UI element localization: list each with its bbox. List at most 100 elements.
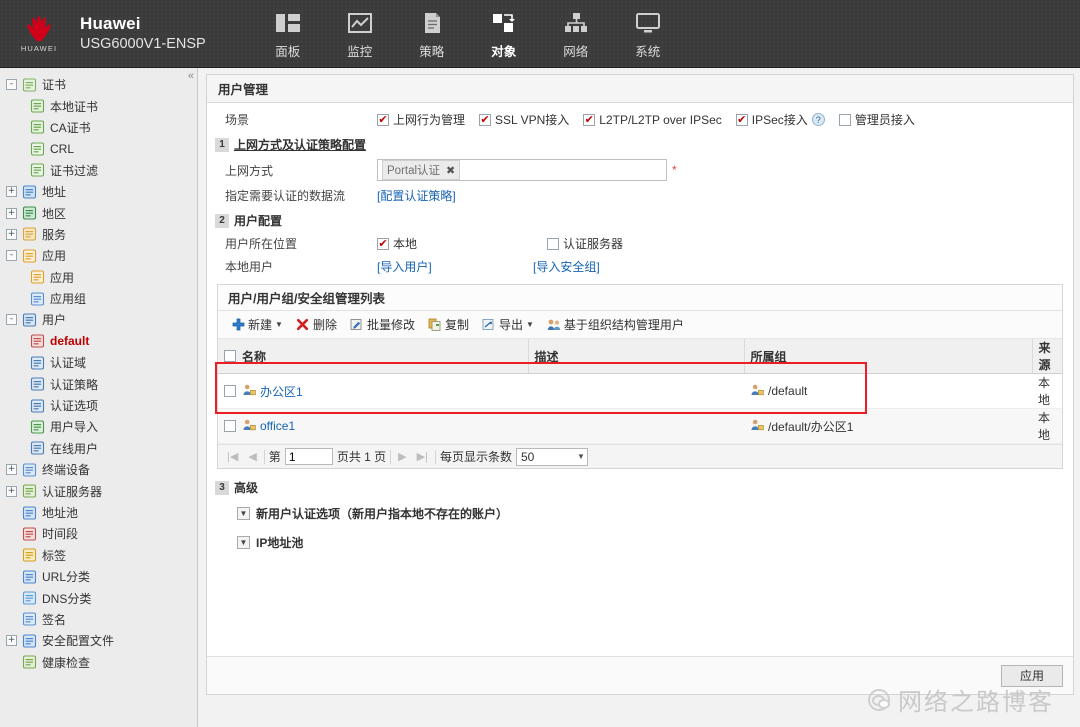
collapsible-new-user-auth-options[interactable]: ▼ 新用户认证选项（新用户指本地不存在的账户） (207, 499, 1073, 528)
sidebar-item-3[interactable]: CRL (0, 138, 197, 159)
close-icon[interactable]: ✖ (446, 164, 455, 177)
scene-checkbox-l2tp[interactable]: L2TP/L2TP over IPSec (583, 113, 722, 127)
user-group-icon (750, 383, 768, 399)
address-pool-icon (22, 505, 38, 520)
user-name-link[interactable]: office1 (260, 419, 295, 433)
scene-checkbox-admin-access[interactable]: 管理员接入 (838, 111, 915, 128)
local-certificate-icon (30, 99, 46, 113)
batch-edit-button[interactable]: 批量修改 (345, 314, 420, 335)
scene-checkbox-ssl-vpn[interactable]: SSL VPN接入 (479, 111, 569, 128)
copy-button[interactable]: 复制 (423, 314, 474, 335)
nav-item-monitor[interactable]: 监控 (324, 7, 396, 60)
tree-expander-icon[interactable]: - (6, 79, 17, 91)
sidebar-item-17[interactable]: 在线用户 (0, 438, 197, 459)
org-user-icon (547, 318, 561, 332)
help-icon[interactable]: ? (811, 113, 825, 126)
sidebar-item-25[interactable]: 签名 (0, 609, 197, 630)
first-page-button[interactable]: |◀ (224, 450, 241, 463)
location-checkbox-auth-server[interactable]: 认证服务器 (547, 235, 623, 252)
tree-expander-icon[interactable]: - (6, 250, 17, 262)
sidebar-item-0[interactable]: - 证书 (0, 74, 197, 95)
dataflow-row: 指定需要认证的数据流 [配置认证策略] (207, 184, 1073, 207)
sidebar-item-4[interactable]: 证书过滤 (0, 160, 197, 181)
chevron-down-icon[interactable]: ▼ (237, 507, 250, 520)
user-name-link[interactable]: 办公区1 (260, 383, 303, 400)
sidebar-item-22[interactable]: 标签 (0, 545, 197, 566)
sidebar-item-14[interactable]: 认证策略 (0, 373, 197, 394)
policy-icon (419, 9, 445, 37)
sidebar-item-24[interactable]: DNS分类 (0, 587, 197, 608)
sidebar-item-12[interactable]: default (0, 331, 197, 352)
nav-item-policy[interactable]: 策略 (396, 7, 468, 60)
tree-expander-icon[interactable]: + (6, 635, 17, 647)
sidebar-item-26[interactable]: + 安全配置文件 (0, 630, 197, 651)
checkbox-box[interactable] (377, 237, 389, 250)
page-size-select[interactable]: 50 ▼ (515, 447, 588, 466)
prev-page-button[interactable]: ◀ (245, 450, 259, 463)
import-security-group-link[interactable]: [导入安全组] (533, 258, 600, 275)
table-row[interactable]: office1/default/办公区1 本地 (218, 408, 1062, 444)
nav-item-network[interactable]: 网络 (540, 7, 612, 60)
user-group-icon (30, 334, 46, 348)
sidebar-item-8[interactable]: - 应用 (0, 245, 197, 266)
tree-expander-icon[interactable]: - (6, 314, 17, 326)
sidebar-item-15[interactable]: 认证选项 (0, 395, 197, 416)
sidebar-item-18[interactable]: + 终端设备 (0, 459, 197, 480)
sidebar-item-19[interactable]: + 认证服务器 (0, 480, 197, 501)
cell-name: 办公区1 (218, 373, 528, 409)
sidebar-item-2[interactable]: CA证书 (0, 117, 197, 138)
region-icon (22, 206, 38, 220)
scene-checkbox-ipsec[interactable]: IPSec接入 ? (735, 111, 825, 128)
table-row[interactable]: 办公区1/default 本地 (218, 373, 1062, 409)
tree-expander-icon[interactable]: + (6, 228, 17, 240)
nav-item-panel[interactable]: 面板 (252, 7, 324, 60)
sidebar-item-27[interactable]: 健康检查 (0, 652, 197, 673)
sidebar-item-16[interactable]: 用户导入 (0, 416, 197, 437)
checkbox-box[interactable] (735, 113, 748, 126)
location-checkbox-local[interactable]: 本地 (377, 235, 533, 252)
checkbox-box[interactable] (479, 113, 492, 126)
tree-expander-icon[interactable]: + (6, 464, 17, 476)
sidebar-item-6[interactable]: + 地区 (0, 202, 197, 223)
new-button[interactable]: 新建 ▼ (226, 314, 288, 335)
sidebar-item-21[interactable]: 时间段 (0, 523, 197, 544)
org-structure-manage-button[interactable]: 基于组织结构管理用户 (542, 314, 689, 335)
checkbox-box[interactable] (838, 113, 851, 126)
add-icon (231, 318, 245, 332)
nav-item-object[interactable]: 对象 (468, 7, 540, 60)
chevron-down-icon[interactable]: ▼ (237, 536, 250, 549)
page-number-input[interactable] (284, 448, 333, 465)
terminal-device-icon (22, 463, 38, 477)
sidebar-item-10[interactable]: 应用组 (0, 288, 197, 309)
sidebar-item-1[interactable]: 本地证书 (0, 95, 197, 116)
scene-checkbox-internet-behavior[interactable]: 上网行为管理 (377, 111, 465, 128)
delete-button[interactable]: 删除 (291, 314, 342, 335)
row-checkbox[interactable] (224, 420, 236, 432)
configure-auth-policy-link[interactable]: [配置认证策略] (377, 187, 456, 204)
sidebar-item-5[interactable]: + 地址 (0, 181, 197, 202)
sidebar-item-7[interactable]: + 服务 (0, 224, 197, 245)
row-checkbox[interactable] (224, 385, 236, 397)
nav-item-system[interactable]: 系统 (612, 7, 684, 60)
sidebar-item-20[interactable]: 地址池 (0, 502, 197, 523)
checkbox-box[interactable] (377, 113, 389, 126)
sidebar-item-23[interactable]: URL分类 (0, 566, 197, 587)
last-page-button[interactable]: ▶| (414, 450, 431, 463)
sidebar-collapse-button[interactable]: « (188, 71, 194, 82)
collapsible-ip-address-pool[interactable]: ▼ IP地址池 (207, 528, 1073, 557)
column-label: 名称 (242, 349, 267, 364)
sidebar-item-11[interactable]: - 用户 (0, 309, 197, 330)
select-all-checkbox[interactable] (224, 350, 236, 362)
tree-expander-icon[interactable]: + (6, 207, 17, 219)
export-button[interactable]: 导出 ▼ (477, 314, 539, 335)
tree-expander-icon[interactable]: + (6, 485, 17, 497)
import-user-link[interactable]: [导入用户] (377, 258, 533, 275)
sidebar-item-9[interactable]: 应用 (0, 267, 197, 288)
checkbox-box[interactable] (583, 113, 596, 126)
tree-expander-icon[interactable]: + (6, 186, 17, 198)
sidebar-item-13[interactable]: 认证域 (0, 352, 197, 373)
sidebar-item-label: 应用 (42, 249, 67, 264)
next-page-button[interactable]: ▶ (395, 450, 409, 463)
checkbox-box[interactable] (547, 237, 559, 250)
access-mode-input[interactable]: Portal认证 ✖ (377, 159, 667, 181)
